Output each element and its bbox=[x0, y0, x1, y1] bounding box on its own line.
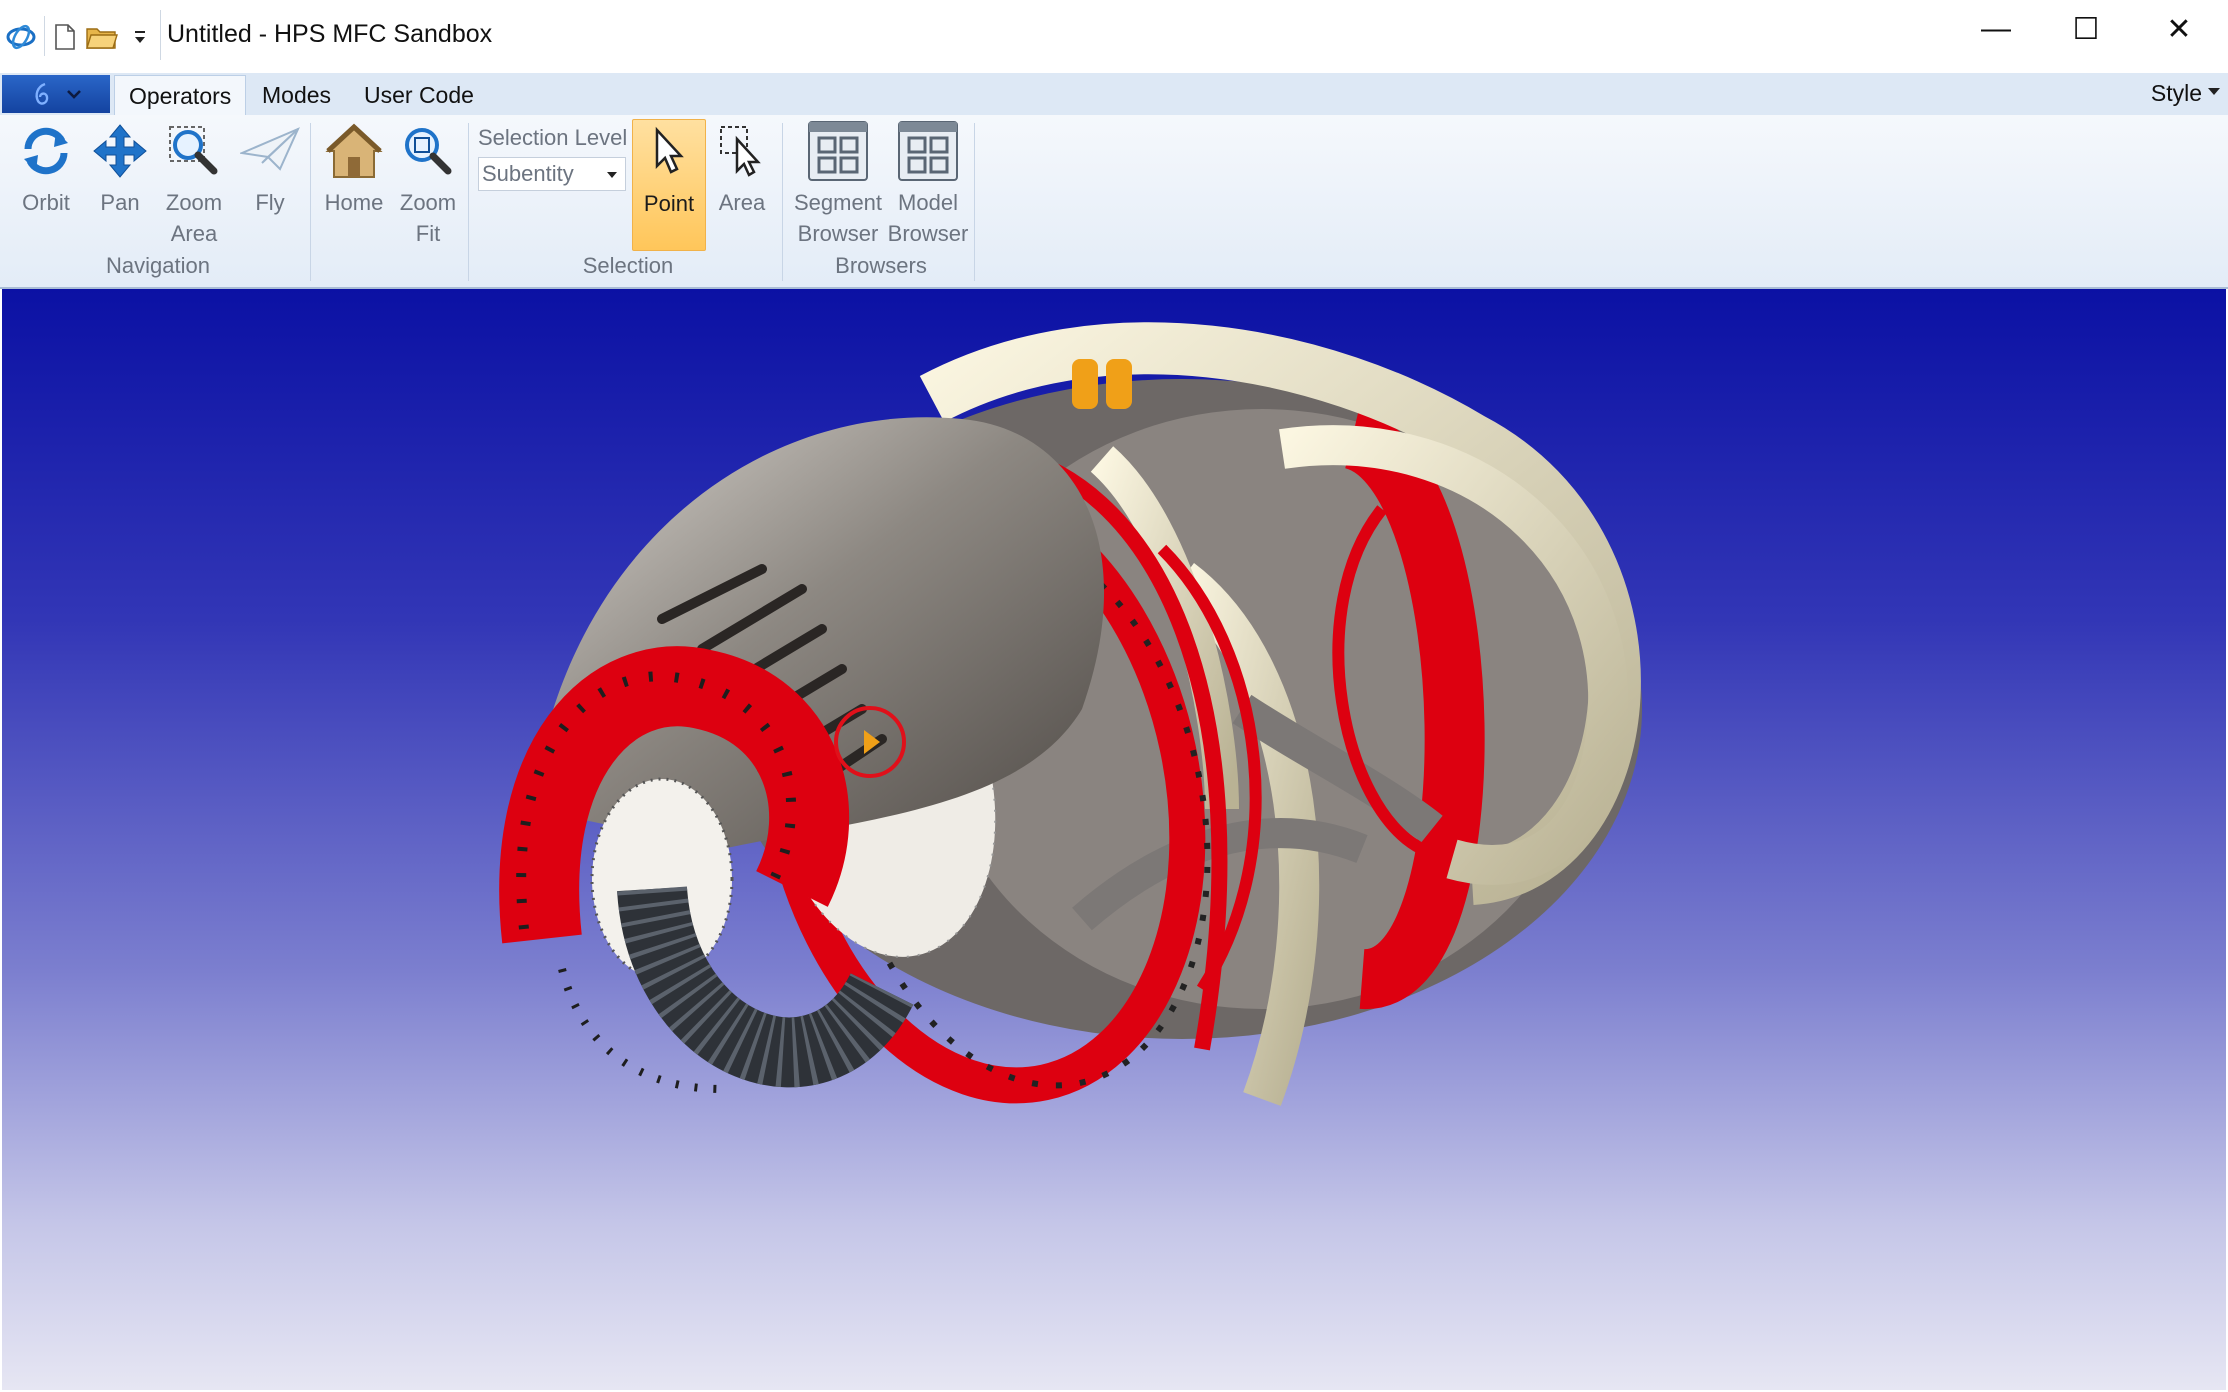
fly-label: Fly bbox=[255, 190, 285, 215]
group-separator bbox=[468, 123, 469, 281]
model-browser-button[interactable]: Model Browser bbox=[880, 119, 976, 249]
group-label-selection: Selection bbox=[582, 253, 674, 278]
point-select-button[interactable]: Point bbox=[632, 119, 706, 251]
group-separator bbox=[310, 123, 311, 281]
paper-plane-icon bbox=[238, 119, 302, 183]
engine-model[interactable] bbox=[2, 289, 2226, 1390]
zoom-fit-label-2: Fit bbox=[415, 221, 441, 246]
model-browser-label-2: Browser bbox=[887, 221, 969, 246]
orbit-button[interactable]: Orbit bbox=[12, 119, 80, 218]
pan-arrows-icon bbox=[88, 119, 152, 183]
zoom-fit-icon bbox=[396, 119, 460, 183]
model-browser-icon bbox=[896, 119, 960, 183]
home-label: Home bbox=[324, 190, 384, 215]
application-menu-button[interactable] bbox=[2, 75, 110, 113]
app-menu-icon bbox=[35, 82, 49, 105]
zoom-area-label-2: Area bbox=[170, 221, 218, 246]
tab-user-code[interactable]: User Code bbox=[350, 75, 488, 115]
tab-modes[interactable]: Modes bbox=[248, 75, 345, 115]
close-button[interactable]: ✕ bbox=[2133, 0, 2225, 58]
open-folder-icon[interactable] bbox=[84, 14, 120, 60]
segment-browser-label-1: Segment bbox=[793, 190, 883, 215]
pan-label: Pan bbox=[100, 190, 140, 215]
model-browser-label-1: Model bbox=[898, 190, 958, 215]
segment-browser-icon bbox=[806, 119, 870, 183]
chevron-down-icon bbox=[67, 90, 81, 99]
home-icon bbox=[322, 119, 386, 183]
tab-operators[interactable]: Operators bbox=[114, 75, 247, 115]
selection-level-dropdown[interactable]: Subentity bbox=[478, 157, 626, 191]
pointer-arrow-icon bbox=[637, 120, 701, 184]
point-label: Point bbox=[643, 191, 695, 216]
new-file-icon[interactable] bbox=[50, 14, 80, 60]
caret-down-icon bbox=[2208, 88, 2220, 95]
3d-viewport[interactable] bbox=[2, 289, 2226, 1390]
selection-level-value: Subentity bbox=[482, 161, 574, 186]
pan-button[interactable]: Pan bbox=[86, 119, 154, 218]
segment-browser-label-2: Browser bbox=[797, 221, 879, 246]
selection-level-label: Selection Level bbox=[478, 125, 628, 150]
area-label: Area bbox=[718, 190, 766, 215]
customize-quick-access-icon[interactable] bbox=[130, 14, 150, 60]
orbit-icon bbox=[14, 119, 78, 183]
home-button[interactable]: Home bbox=[318, 119, 390, 218]
maximize-button[interactable]: ☐ bbox=[2040, 0, 2132, 58]
style-menu[interactable]: Style bbox=[2151, 80, 2202, 107]
ribbon-tab-bar: Operators Modes User Code bbox=[0, 73, 2228, 116]
divider bbox=[44, 16, 45, 56]
group-label-navigation: Navigation bbox=[106, 253, 210, 278]
fly-button[interactable]: Fly bbox=[234, 119, 306, 218]
area-select-button[interactable]: Area bbox=[706, 119, 778, 218]
area-select-icon bbox=[710, 119, 774, 183]
segment-browser-button[interactable]: Segment Browser bbox=[790, 119, 886, 249]
group-label-browsers: Browsers bbox=[835, 253, 927, 278]
zoom-area-label-1: Zoom bbox=[165, 190, 223, 215]
window-title: Untitled - HPS MFC Sandbox bbox=[167, 20, 493, 48]
zoom-fit-label-1: Zoom bbox=[399, 190, 457, 215]
app-logo-icon[interactable] bbox=[4, 14, 38, 60]
minimize-button[interactable]: — bbox=[1950, 0, 2042, 58]
zoom-fit-button[interactable]: Zoom Fit bbox=[392, 119, 464, 249]
title-bar: Untitled - HPS MFC Sandbox — ☐ ✕ bbox=[0, 0, 2228, 73]
divider bbox=[160, 10, 161, 60]
group-separator bbox=[974, 123, 975, 281]
zoom-area-button[interactable]: Zoom Area bbox=[158, 119, 230, 249]
ribbon-panel: Orbit Pan Zoom Area Fly Navigation Home … bbox=[0, 115, 2228, 289]
caret-down-icon bbox=[607, 172, 617, 178]
orbit-label: Orbit bbox=[22, 190, 70, 215]
zoom-area-icon bbox=[162, 119, 226, 183]
group-separator bbox=[782, 123, 783, 281]
